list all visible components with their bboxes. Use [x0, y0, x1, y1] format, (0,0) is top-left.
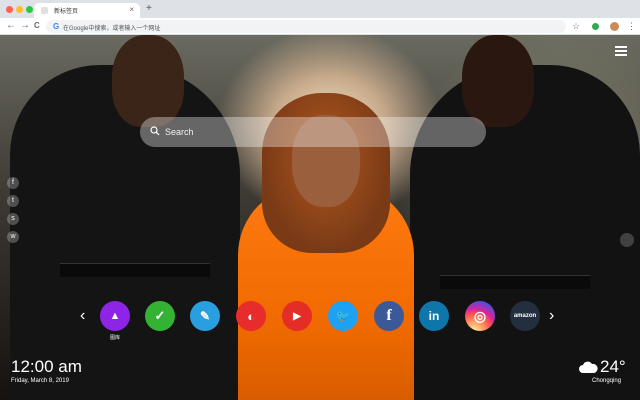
- new-tab-button[interactable]: +: [146, 4, 152, 14]
- side-panel-toggle[interactable]: [620, 233, 634, 247]
- gallery-icon: ▲: [109, 310, 121, 322]
- instagram-app[interactable]: ◎: [465, 301, 495, 331]
- wechat-icon[interactable]: w: [7, 231, 19, 243]
- google-icon: G: [53, 22, 60, 31]
- facebook-app[interactable]: f: [374, 301, 404, 331]
- extension-icon[interactable]: [592, 23, 599, 30]
- clock-time: 12:00 am: [11, 357, 82, 376]
- weather-city: Chongqing: [592, 378, 622, 384]
- gallery-label: 图库: [109, 335, 120, 341]
- linkedin-icon: in: [428, 309, 440, 323]
- address-bar[interactable]: G 在Google中搜索，或者输入一个网址: [46, 20, 566, 33]
- dock-next-arrow[interactable]: ›: [549, 307, 554, 325]
- address-bar-placeholder: 在Google中搜索，或者输入一个网址: [63, 26, 161, 32]
- dock-prev-arrow[interactable]: ‹: [80, 307, 85, 325]
- bookmark-star-icon[interactable]: ☆: [572, 21, 580, 31]
- tab-bar: 新标签页 × +: [0, 0, 640, 18]
- linkedin-app[interactable]: in: [419, 301, 449, 331]
- twitter-icon[interactable]: t: [7, 195, 19, 207]
- forward-button[interactable]: →: [20, 20, 30, 32]
- menu-icon[interactable]: [615, 46, 627, 56]
- search-icon: [150, 126, 160, 136]
- profile-avatar[interactable]: [610, 22, 619, 31]
- minimize-window-button[interactable]: [16, 6, 23, 13]
- tab-close-icon[interactable]: ×: [129, 5, 134, 14]
- checklist-icon: ✓: [154, 308, 166, 323]
- tab-favicon-icon: [41, 7, 48, 14]
- youtube-app[interactable]: ▶: [282, 301, 312, 331]
- notes-icon: ✎: [199, 309, 211, 323]
- amazon-app[interactable]: amazon: [510, 301, 540, 331]
- reload-button[interactable]: C: [34, 20, 40, 32]
- amazon-icon: amazon: [513, 313, 537, 319]
- palette-app[interactable]: ◐: [236, 301, 266, 331]
- toolbar: ← → C G 在Google中搜索，或者输入一个网址 ☆ ⋮: [0, 18, 640, 35]
- search-bar[interactable]: [140, 117, 486, 147]
- notes-app[interactable]: ✎: [190, 301, 220, 331]
- instagram-icon: ◎: [473, 307, 487, 324]
- snapchat-icon[interactable]: s: [7, 213, 19, 225]
- facebook-icon[interactable]: f: [7, 177, 19, 189]
- search-input[interactable]: [165, 123, 465, 141]
- browser-menu-icon[interactable]: ⋮: [627, 20, 636, 32]
- cloud-icon: [579, 361, 598, 373]
- maximize-window-button[interactable]: [26, 6, 33, 13]
- close-window-button[interactable]: [6, 6, 13, 13]
- palette-icon: ◐: [247, 308, 255, 324]
- new-tab-page: f t s w ‹ › ▲ 图库 ✓ ✎ ◐ ▶ 🐦 f in ◎ amazon…: [0, 35, 640, 400]
- twitter-app[interactable]: 🐦: [328, 301, 358, 331]
- facebook-icon: f: [386, 307, 392, 324]
- twitter-icon: 🐦: [335, 309, 351, 323]
- gallery-app[interactable]: ▲: [100, 301, 130, 331]
- weather-temperature: 24°: [600, 357, 626, 376]
- checklist-app[interactable]: ✓: [145, 301, 175, 331]
- tab-new-tab[interactable]: 新标签页 ×: [34, 3, 140, 18]
- clock-date: Friday, March 8, 2019: [11, 378, 69, 384]
- tab-title: 新标签页: [54, 9, 79, 15]
- back-button[interactable]: ←: [6, 20, 16, 32]
- youtube-icon: ▶: [293, 310, 301, 322]
